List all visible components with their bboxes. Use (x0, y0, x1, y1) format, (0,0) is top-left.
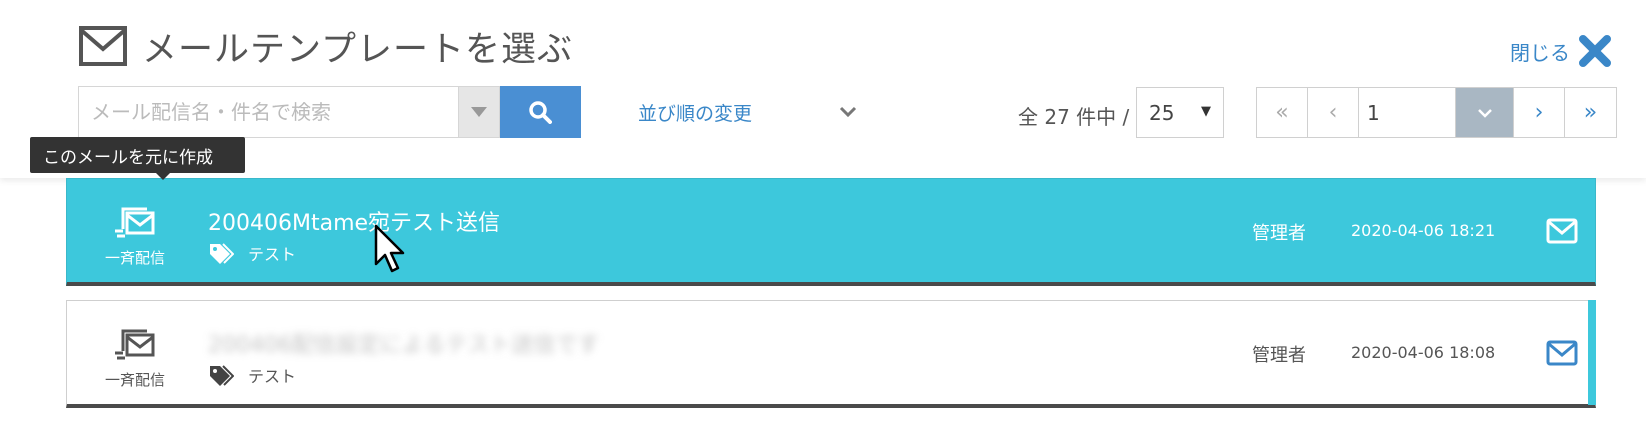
result-count: 全 27 件中 / (1018, 105, 1130, 129)
sort-order-label: 並び順の変更 (638, 102, 753, 125)
page-select-dropdown[interactable] (1456, 88, 1514, 137)
owner-name: 管理者 (1252, 345, 1306, 366)
delivery-type: 一斉配信 (97, 327, 173, 390)
next-page-button[interactable]: › (1514, 88, 1565, 137)
create-from-template-tooltip: このメールを元に作成 (30, 137, 245, 180)
delivery-type: 一斉配信 (97, 205, 173, 268)
search-icon (529, 101, 553, 124)
last-page-button[interactable]: » (1565, 88, 1616, 137)
prev-page-button[interactable]: ‹ (1308, 88, 1359, 137)
tags-icon (210, 365, 234, 386)
per-page-value: 25 (1149, 100, 1175, 125)
template-list-item[interactable]: 一斉配信 200406Mtame宛テスト送信 テスト 管理者 2020-04-0… (66, 178, 1596, 286)
pagination: « ‹ › » (1256, 87, 1617, 138)
search-options-dropdown[interactable] (457, 86, 500, 138)
template-picker-header: メールテンプレートを選ぶ 閉じる 並び順の変更 全 27 件中 / 25 (0, 0, 1646, 178)
close-button[interactable]: 閉じる (1510, 32, 1612, 70)
delivery-type-label: 一斉配信 (104, 371, 165, 389)
envelope-icon (79, 26, 127, 66)
tags-icon (210, 243, 234, 264)
delivery-type-label: 一斉配信 (104, 249, 165, 267)
bulk-mail-icon (115, 329, 155, 360)
bulk-mail-icon (115, 207, 155, 238)
updated-date: 2020-04-06 18:08 (1351, 343, 1496, 362)
updated-date: 2020-04-06 18:21 (1351, 221, 1496, 240)
close-label: 閉じる (1510, 40, 1570, 65)
close-icon (1579, 35, 1611, 67)
caret-down-icon: ▼ (1201, 104, 1211, 119)
search-input[interactable] (78, 86, 458, 138)
caret-down-icon (470, 107, 487, 117)
template-title: 200406配信設定によるテスト送信です (208, 333, 600, 358)
sort-order-toggle[interactable]: 並び順の変更 (638, 96, 858, 128)
tag-label: テスト (248, 245, 297, 264)
tag-label: テスト (248, 367, 297, 386)
template-title: 200406Mtame宛テスト送信 (208, 211, 501, 236)
page-number-input[interactable] (1359, 88, 1456, 137)
envelope-icon[interactable] (1546, 217, 1578, 245)
first-page-button[interactable]: « (1257, 88, 1308, 137)
page-title-row: メールテンプレートを選ぶ (78, 22, 573, 70)
chevron-down-icon (1477, 108, 1492, 118)
chevron-down-icon (839, 106, 857, 118)
search-group (78, 86, 581, 138)
envelope-icon[interactable] (1546, 339, 1578, 367)
template-list-item[interactable]: 一斉配信 200406配信設定によるテスト送信です テスト 管理者 2020-0… (66, 300, 1596, 408)
owner-name: 管理者 (1252, 223, 1306, 244)
page-title: メールテンプレートを選ぶ (142, 29, 573, 70)
template-tag: テスト (208, 241, 296, 265)
template-tag: テスト (208, 363, 296, 387)
mouse-pointer-icon (374, 224, 405, 273)
search-button[interactable] (499, 86, 581, 138)
per-page-select[interactable]: 25 ▼ (1136, 87, 1224, 138)
